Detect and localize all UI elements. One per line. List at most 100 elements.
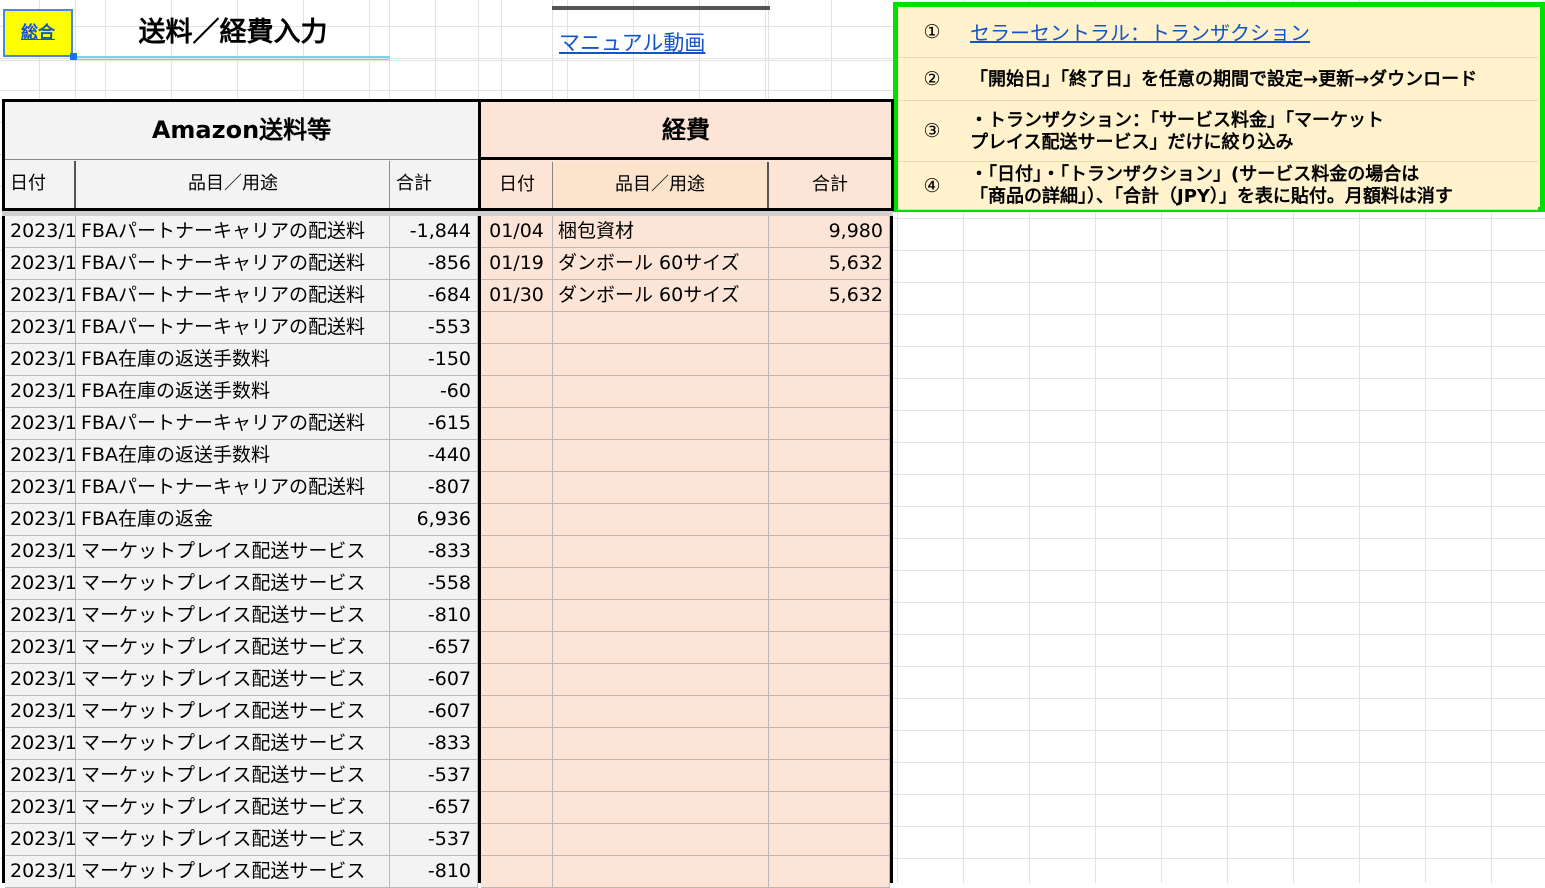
expense-cell-item[interactable]: [553, 824, 769, 856]
expense-cell-date[interactable]: 01/30: [481, 280, 553, 312]
amazon-cell-item[interactable]: マーケットプレイス配送サービス: [76, 536, 390, 568]
expense-cell-date[interactable]: [481, 728, 553, 760]
amazon-cell-item[interactable]: マーケットプレイス配送サービス: [76, 632, 390, 664]
amazon-cell-total[interactable]: -657: [390, 792, 478, 824]
amazon-cell-date[interactable]: 2023/1/: [5, 248, 76, 280]
expense-cell-item[interactable]: 梱包資材: [553, 216, 769, 248]
expense-cell-date[interactable]: [481, 760, 553, 792]
amazon-cell-item[interactable]: FBA在庫の返送手数料: [76, 344, 390, 376]
amazon-cell-item[interactable]: FBAパートナーキャリアの配送料: [76, 408, 390, 440]
expense-cell-total[interactable]: [769, 440, 890, 472]
expense-cell-date[interactable]: [481, 856, 553, 888]
amazon-cell-total[interactable]: -684: [390, 280, 478, 312]
amazon-cell-date[interactable]: 2023/1/: [5, 376, 76, 408]
expense-cell-total[interactable]: [769, 472, 890, 504]
amazon-cell-date[interactable]: 2023/1/: [5, 728, 76, 760]
amazon-cell-total[interactable]: -1,844: [390, 216, 478, 248]
expense-cell-item[interactable]: [553, 632, 769, 664]
amazon-cell-total[interactable]: -833: [390, 536, 478, 568]
expense-cell-item[interactable]: [553, 376, 769, 408]
expense-cell-date[interactable]: 01/19: [481, 248, 553, 280]
amazon-cell-item[interactable]: FBAパートナーキャリアの配送料: [76, 280, 390, 312]
expense-cell-item[interactable]: [553, 760, 769, 792]
amazon-cell-date[interactable]: 2023/1/: [5, 760, 76, 792]
expense-cell-total[interactable]: 5,632: [769, 280, 890, 312]
amazon-cell-date[interactable]: 2023/1/: [5, 280, 76, 312]
expense-cell-date[interactable]: [481, 568, 553, 600]
amazon-cell-item[interactable]: マーケットプレイス配送サービス: [76, 568, 390, 600]
amazon-cell-item[interactable]: FBAパートナーキャリアの配送料: [76, 216, 390, 248]
amazon-cell-date[interactable]: 2023/1/: [5, 568, 76, 600]
expense-cell-item[interactable]: [553, 696, 769, 728]
expense-cell-total[interactable]: [769, 824, 890, 856]
expense-cell-item[interactable]: [553, 792, 769, 824]
amazon-cell-date[interactable]: 2023/1/: [5, 408, 76, 440]
expense-cell-item[interactable]: [553, 856, 769, 888]
summary-link[interactable]: 総合: [21, 23, 55, 43]
amazon-cell-item[interactable]: マーケットプレイス配送サービス: [76, 600, 390, 632]
manual-video-link[interactable]: マニュアル動画: [559, 28, 705, 58]
amazon-cell-total[interactable]: -810: [390, 856, 478, 888]
amazon-cell-item[interactable]: FBAパートナーキャリアの配送料: [76, 248, 390, 280]
amazon-cell-item[interactable]: マーケットプレイス配送サービス: [76, 728, 390, 760]
seller-central-transactions-link[interactable]: セラーセントラル：トランザクション: [970, 22, 1310, 44]
amazon-cell-date[interactable]: 2023/1/: [5, 632, 76, 664]
expense-cell-date[interactable]: [481, 376, 553, 408]
expense-cell-date[interactable]: [481, 440, 553, 472]
amazon-cell-item[interactable]: FBAパートナーキャリアの配送料: [76, 312, 390, 344]
expense-cell-total[interactable]: [769, 792, 890, 824]
amazon-cell-date[interactable]: 2023/1/: [5, 824, 76, 856]
amazon-cell-total[interactable]: -657: [390, 632, 478, 664]
expense-cell-date[interactable]: [481, 696, 553, 728]
expense-cell-total[interactable]: [769, 632, 890, 664]
amazon-cell-item[interactable]: マーケットプレイス配送サービス: [76, 696, 390, 728]
amazon-cell-item[interactable]: マーケットプレイス配送サービス: [76, 824, 390, 856]
amazon-cell-total[interactable]: -537: [390, 824, 478, 856]
expense-cell-total[interactable]: [769, 504, 890, 536]
expense-cell-item[interactable]: [553, 440, 769, 472]
amazon-cell-item[interactable]: FBAパートナーキャリアの配送料: [76, 472, 390, 504]
amazon-cell-total[interactable]: -833: [390, 728, 478, 760]
amazon-cell-item[interactable]: FBA在庫の返送手数料: [76, 440, 390, 472]
amazon-cell-item[interactable]: FBA在庫の返送手数料: [76, 376, 390, 408]
amazon-cell-total[interactable]: -607: [390, 696, 478, 728]
amazon-cell-total[interactable]: -615: [390, 408, 478, 440]
amazon-cell-total[interactable]: -150: [390, 344, 478, 376]
amazon-cell-item[interactable]: マーケットプレイス配送サービス: [76, 856, 390, 888]
amazon-cell-date[interactable]: 2023/1/: [5, 856, 76, 888]
amazon-cell-item[interactable]: マーケットプレイス配送サービス: [76, 792, 390, 824]
amazon-cell-date[interactable]: 2023/1/: [5, 472, 76, 504]
expense-cell-total[interactable]: [769, 568, 890, 600]
expense-cell-item[interactable]: [553, 664, 769, 696]
amazon-cell-total[interactable]: 6,936: [390, 504, 478, 536]
expense-cell-date[interactable]: [481, 504, 553, 536]
expense-cell-total[interactable]: [769, 760, 890, 792]
amazon-cell-total[interactable]: -810: [390, 600, 478, 632]
expense-cell-item[interactable]: [553, 408, 769, 440]
amazon-cell-total[interactable]: -60: [390, 376, 478, 408]
amazon-cell-item[interactable]: マーケットプレイス配送サービス: [76, 664, 390, 696]
expense-cell-total[interactable]: [769, 536, 890, 568]
expense-cell-date[interactable]: [481, 344, 553, 376]
expense-cell-item[interactable]: [553, 728, 769, 760]
expense-cell-date[interactable]: [481, 792, 553, 824]
expense-cell-date[interactable]: [481, 664, 553, 696]
expense-cell-date[interactable]: [481, 312, 553, 344]
expense-cell-total[interactable]: 5,632: [769, 248, 890, 280]
expense-cell-total[interactable]: [769, 600, 890, 632]
expense-cell-item[interactable]: [553, 536, 769, 568]
expense-cell-item[interactable]: [553, 504, 769, 536]
amazon-cell-date[interactable]: 2023/1/: [5, 664, 76, 696]
expense-cell-total[interactable]: [769, 728, 890, 760]
amazon-cell-date[interactable]: 2023/1/: [5, 504, 76, 536]
amazon-cell-total[interactable]: -607: [390, 664, 478, 696]
expense-cell-date[interactable]: [481, 472, 553, 504]
expense-cell-date[interactable]: [481, 824, 553, 856]
amazon-cell-total[interactable]: -558: [390, 568, 478, 600]
amazon-cell-date[interactable]: 2023/1/: [5, 216, 76, 248]
expense-cell-item[interactable]: [553, 600, 769, 632]
amazon-cell-date[interactable]: 2023/1/: [5, 312, 76, 344]
amazon-cell-date[interactable]: 2023/1/: [5, 696, 76, 728]
expense-cell-total[interactable]: [769, 664, 890, 696]
expense-cell-date[interactable]: 01/04: [481, 216, 553, 248]
